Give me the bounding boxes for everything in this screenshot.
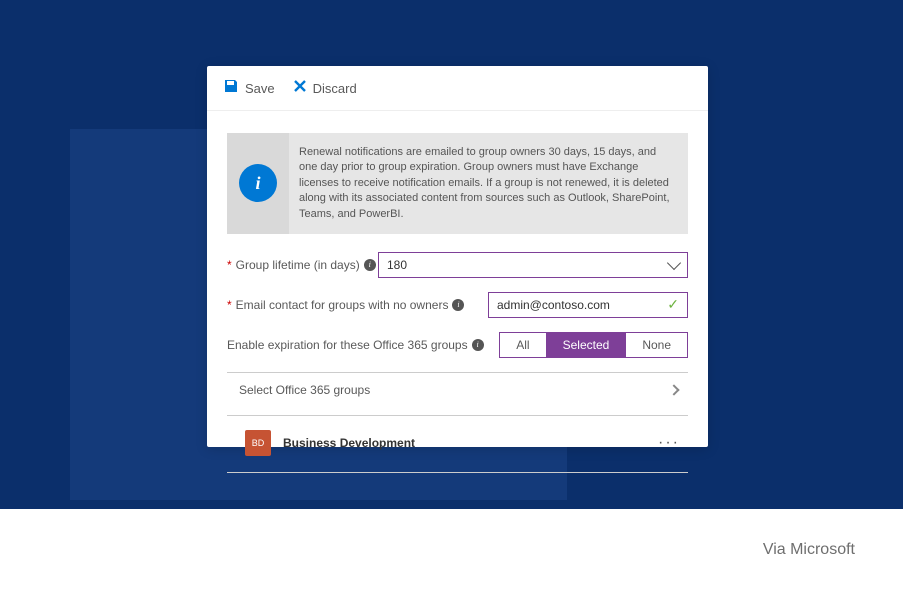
row-email: * Email contact for groups with no owner…: [227, 292, 688, 318]
help-icon[interactable]: i: [452, 299, 464, 311]
discard-label: Discard: [313, 81, 357, 96]
info-banner: i Renewal notifications are emailed to g…: [227, 133, 688, 234]
email-value: admin@contoso.com: [497, 298, 610, 312]
group-name: Business Development: [283, 436, 415, 450]
required-marker: *: [227, 298, 232, 312]
enable-label: Enable expiration for these Office 365 g…: [227, 338, 484, 352]
panel-toolbar: Save Discard: [207, 66, 708, 111]
save-icon: [223, 78, 239, 98]
discard-button[interactable]: Discard: [293, 79, 357, 97]
lifetime-value: 180: [387, 258, 407, 272]
info-icon: i: [239, 164, 277, 202]
check-icon: ✓: [667, 296, 679, 313]
row-lifetime: * Group lifetime (in days) i 180: [227, 252, 688, 278]
panel-body: i Renewal notifications are emailed to g…: [207, 111, 708, 473]
help-icon[interactable]: i: [364, 259, 376, 271]
email-input[interactable]: admin@contoso.com ✓: [488, 292, 688, 318]
seg-none[interactable]: None: [626, 333, 687, 357]
settings-panel: Save Discard i Renewal notifications are…: [207, 66, 708, 447]
group-row: BD Business Development ···: [227, 416, 688, 473]
info-icon-wrap: i: [227, 133, 289, 234]
info-text: Renewal notifications are emailed to gro…: [289, 133, 688, 234]
select-groups-row[interactable]: Select Office 365 groups: [227, 373, 688, 416]
chevron-down-icon: [667, 256, 681, 270]
chevron-right-icon: [668, 384, 679, 395]
seg-all[interactable]: All: [500, 333, 546, 357]
required-marker: *: [227, 258, 232, 272]
save-label: Save: [245, 81, 275, 96]
select-groups-label: Select Office 365 groups: [239, 383, 370, 397]
lifetime-label: Group lifetime (in days) i: [236, 258, 376, 272]
discard-icon: [293, 79, 307, 97]
row-enable: Enable expiration for these Office 365 g…: [227, 332, 688, 358]
seg-selected[interactable]: Selected: [547, 333, 627, 357]
enable-segment: All Selected None: [499, 332, 688, 358]
save-button[interactable]: Save: [223, 78, 275, 98]
more-icon[interactable]: ···: [658, 434, 680, 452]
help-icon[interactable]: i: [472, 339, 484, 351]
attribution-text: Via Microsoft: [763, 541, 855, 559]
group-avatar: BD: [245, 430, 271, 456]
email-label: Email contact for groups with no owners …: [236, 298, 465, 312]
lifetime-select[interactable]: 180: [378, 252, 688, 278]
